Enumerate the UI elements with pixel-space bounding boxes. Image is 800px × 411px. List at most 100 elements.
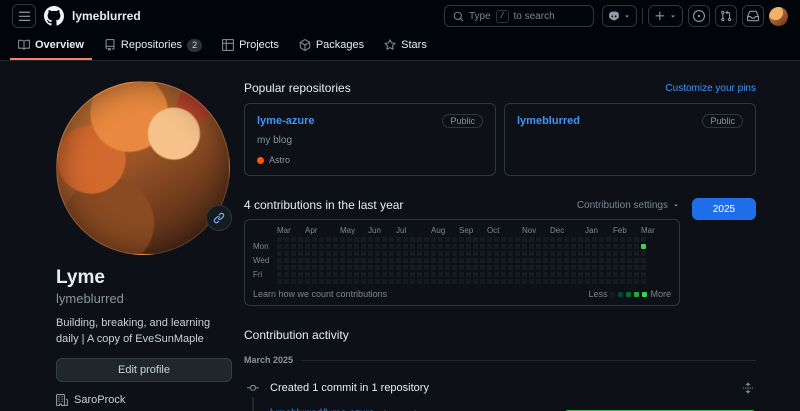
contribution-cell[interactable] [620,258,625,263]
contribution-cell[interactable] [487,272,492,277]
contribution-cell[interactable] [347,237,352,242]
contribution-cell[interactable] [333,265,338,270]
contribution-cell[interactable] [473,244,478,249]
contribution-cell[interactable] [312,279,317,284]
contribution-cell[interactable] [361,251,366,256]
contribution-cell[interactable] [277,244,282,249]
profile-organization[interactable]: SaroProck [56,394,232,406]
contribution-cell[interactable] [319,244,324,249]
contribution-cell[interactable] [550,265,555,270]
contribution-cell[interactable] [634,251,639,256]
contribution-cell[interactable] [375,279,380,284]
tab-packages[interactable]: Packages [291,32,372,60]
contribution-cell[interactable] [592,279,597,284]
status-badge[interactable] [206,205,232,231]
contribution-cell[interactable] [620,244,625,249]
contribution-cell[interactable] [368,265,373,270]
contribution-cell[interactable] [459,279,464,284]
contribution-cell[interactable] [515,265,520,270]
contribution-cell[interactable] [445,258,450,263]
contribution-cell[interactable] [319,251,324,256]
contribution-cell[interactable] [410,279,415,284]
contribution-cell[interactable] [487,279,492,284]
contribution-cell[interactable] [431,237,436,242]
contribution-cell[interactable] [501,258,506,263]
contribution-cell[interactable] [564,237,569,242]
contribution-cell[interactable] [403,251,408,256]
contribution-cell[interactable] [298,258,303,263]
contribution-cell[interactable] [459,265,464,270]
contribution-cell[interactable] [319,237,324,242]
contribution-cell[interactable] [431,272,436,277]
contribution-cell[interactable] [515,279,520,284]
repo-name-link[interactable]: lymeblurred [517,115,580,127]
contribution-cell[interactable] [431,251,436,256]
contribution-cell[interactable] [571,258,576,263]
global-search-input[interactable]: Type / to search [444,5,594,27]
contribution-cell[interactable] [564,272,569,277]
contribution-cell[interactable] [480,244,485,249]
contribution-cell[interactable] [319,258,324,263]
contribution-cell[interactable] [627,251,632,256]
contribution-cell[interactable] [326,279,331,284]
contribution-cell[interactable] [571,251,576,256]
contribution-cell[interactable] [424,272,429,277]
contribution-cell[interactable] [487,265,492,270]
contribution-cell[interactable] [473,279,478,284]
contribution-cell[interactable] [480,237,485,242]
contribution-cell[interactable] [410,258,415,263]
contribution-cell[interactable] [620,279,625,284]
tab-overview[interactable]: Overview [10,32,92,60]
contribution-cell[interactable] [417,279,422,284]
contribution-cell[interactable] [557,237,562,242]
contribution-cell[interactable] [396,265,401,270]
contribution-cell[interactable] [340,258,345,263]
contribution-cell[interactable] [634,265,639,270]
contribution-cell[interactable] [361,272,366,277]
contribution-cell[interactable] [354,237,359,242]
contribution-cell[interactable] [564,279,569,284]
contribution-cell[interactable] [634,258,639,263]
issues-button[interactable] [688,5,710,27]
contribution-cell[interactable] [571,272,576,277]
contribution-cell[interactable] [410,237,415,242]
contribution-cell[interactable] [298,265,303,270]
contribution-cell[interactable] [564,244,569,249]
github-logo-icon[interactable] [44,6,64,26]
contribution-settings-dropdown[interactable]: Contribution settings [577,200,680,211]
contribution-cell[interactable] [585,237,590,242]
contribution-cell[interactable] [389,272,394,277]
contribution-cell[interactable] [284,265,289,270]
contribution-cell[interactable] [305,272,310,277]
contribution-cell[interactable] [480,251,485,256]
contribution-cell[interactable] [578,251,583,256]
contribution-cell[interactable] [410,265,415,270]
contribution-cell[interactable] [277,272,282,277]
contribution-cell[interactable] [403,265,408,270]
contribution-cell[interactable] [550,251,555,256]
contribution-cell[interactable] [410,272,415,277]
contribution-cell[interactable] [354,258,359,263]
contribution-cell[interactable] [494,258,499,263]
contribution-cell[interactable] [641,237,646,242]
contribution-cell[interactable] [319,265,324,270]
contribution-cell[interactable] [599,237,604,242]
contribution-cell[interactable] [445,251,450,256]
contribution-cell[interactable] [459,244,464,249]
contribution-cell[interactable] [368,237,373,242]
contribution-cell[interactable] [564,258,569,263]
contribution-cell[interactable] [550,279,555,284]
contribution-cell[interactable] [417,244,422,249]
contribution-cell[interactable] [494,244,499,249]
contribution-cell[interactable] [487,251,492,256]
pull-requests-button[interactable] [715,5,737,27]
contribution-cell[interactable] [571,265,576,270]
contribution-cell[interactable] [340,251,345,256]
contribution-cell[interactable] [375,237,380,242]
contribution-cell[interactable] [494,265,499,270]
contribution-cell[interactable] [417,237,422,242]
contribution-cell[interactable] [347,272,352,277]
contribution-cell[interactable] [312,272,317,277]
contribution-cell[interactable] [508,279,513,284]
contribution-cell[interactable] [438,251,443,256]
